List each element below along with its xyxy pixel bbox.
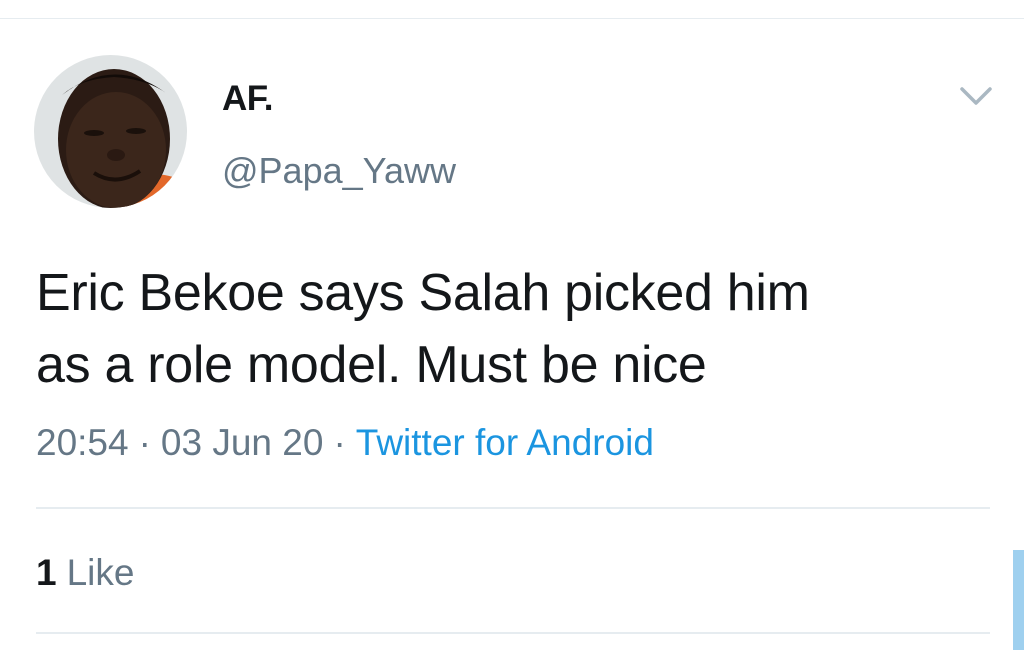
avatar[interactable] <box>34 55 187 208</box>
chevron-down-icon[interactable] <box>956 80 996 114</box>
like-label: Like <box>66 552 135 593</box>
tweet-text-line: Eric Bekoe says Salah picked him <box>36 264 810 322</box>
display-name[interactable]: AF. <box>222 79 274 119</box>
tweet-meta: 20:54 · 03 Jun 20 · Twitter for Android <box>36 422 654 464</box>
tweet-date[interactable]: 03 Jun 20 <box>161 422 324 463</box>
scrollbar[interactable] <box>1013 550 1024 650</box>
meta-separator: · <box>138 422 151 463</box>
meta-separator: · <box>333 422 346 463</box>
like-count: 1 <box>36 552 57 593</box>
top-divider <box>0 18 1024 19</box>
user-handle[interactable]: @Papa_Yaww <box>222 150 456 192</box>
tweet-time[interactable]: 20:54 <box>36 422 129 463</box>
tweet-text-line: as a role model. Must be nice <box>36 336 707 394</box>
likes-stat[interactable]: 1 Like <box>36 552 134 594</box>
tweet-source-link[interactable]: Twitter for Android <box>356 422 654 463</box>
tweet-text: Eric Bekoe says Salah picked him as a ro… <box>36 257 996 401</box>
divider <box>36 507 990 509</box>
divider <box>36 632 990 634</box>
